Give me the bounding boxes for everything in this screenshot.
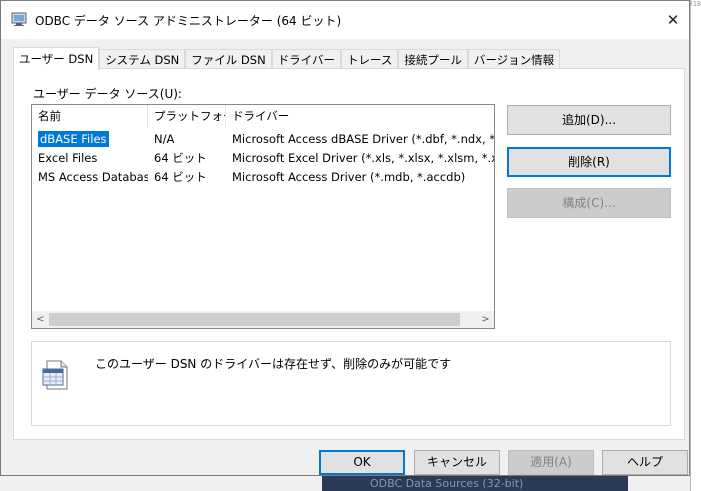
background-taskbar-label: ODBC Data Sources (32-bit) bbox=[370, 477, 524, 490]
tab-about[interactable]: バージョン情報 bbox=[467, 49, 561, 70]
list-item[interactable]: MS Access Database 64 ビット Microsoft Acce… bbox=[32, 168, 494, 187]
list-item[interactable]: Excel Files 64 ビット Microsoft Excel Drive… bbox=[32, 149, 494, 168]
cancel-button[interactable]: キャンセル bbox=[414, 450, 500, 475]
close-button[interactable]: ✕ bbox=[661, 9, 685, 31]
tab-tracing[interactable]: トレース bbox=[340, 49, 399, 70]
chevron-right-icon: > bbox=[481, 314, 490, 325]
odbc-admin-icon bbox=[11, 11, 27, 27]
close-icon: ✕ bbox=[666, 11, 680, 29]
dsn-driver: Microsoft Access Driver (*.mdb, *.accdb) bbox=[232, 170, 466, 184]
background-window-edge bbox=[690, 0, 701, 491]
dsn-name-text: dBASE Files bbox=[38, 131, 109, 147]
chevron-left-icon: < bbox=[36, 314, 45, 325]
column-header-platform[interactable]: プラットフォーム bbox=[148, 105, 226, 127]
scroll-right-button[interactable]: > bbox=[477, 311, 494, 328]
window-title: ODBC データ ソース アドミニストレーター (64 ビット) bbox=[35, 14, 342, 28]
column-header-driver[interactable]: ドライバー bbox=[226, 105, 494, 127]
title-bar[interactable]: ODBC データ ソース アドミニストレーター (64 ビット) ✕ bbox=[1, 1, 689, 39]
info-message: このユーザー DSN のドライバーは存在せず、削除のみが可能です bbox=[95, 357, 452, 371]
info-box bbox=[31, 341, 671, 426]
dsn-driver: Microsoft Excel Driver (*.xls, *.xlsx, *… bbox=[232, 151, 494, 165]
dsn-name: dBASE Files bbox=[32, 130, 148, 149]
dsn-name: Excel Files bbox=[38, 151, 98, 165]
tab-drivers[interactable]: ドライバー bbox=[271, 49, 341, 70]
list-item[interactable]: dBASE Files N/A Microsoft Access dBASE D… bbox=[32, 130, 494, 149]
dsn-driver: Microsoft Access dBASE Driver (*.dbf, *.… bbox=[232, 132, 494, 146]
configure-button[interactable]: 構成(C)... bbox=[507, 188, 671, 218]
apply-button[interactable]: 適用(A) bbox=[508, 450, 594, 475]
add-button[interactable]: 追加(D)... bbox=[507, 105, 671, 135]
tab-connection-pooling[interactable]: 接続プール bbox=[398, 49, 468, 70]
dsn-platform: 64 ビット bbox=[154, 151, 207, 165]
tab-file-dsn[interactable]: ファイル DSN bbox=[185, 49, 272, 70]
odbc-admin-window: ODBC データ ソース アドミニストレーター (64 ビット) ✕ ユーザー … bbox=[0, 0, 690, 476]
column-header-name[interactable]: 名前 bbox=[32, 105, 148, 127]
help-button[interactable]: ヘルプ bbox=[602, 450, 688, 475]
horizontal-scrollbar[interactable]: < > bbox=[32, 311, 494, 328]
list-header: 名前 プラットフォーム ドライバー bbox=[32, 105, 494, 127]
dsn-name: MS Access Database bbox=[38, 170, 148, 184]
remove-button[interactable]: 削除(R) bbox=[507, 147, 671, 177]
tab-system-dsn[interactable]: システム DSN bbox=[99, 49, 186, 70]
scroll-left-button[interactable]: < bbox=[32, 311, 49, 328]
tab-strip: ユーザー DSN システム DSN ファイル DSN ドライバー トレース 接続… bbox=[13, 47, 561, 70]
tab-user-dsn[interactable]: ユーザー DSN bbox=[13, 47, 100, 70]
dsn-platform: N/A bbox=[154, 132, 175, 146]
user-data-sources-label: ユーザー データ ソース(U): bbox=[33, 87, 182, 101]
database-document-icon bbox=[41, 359, 73, 391]
scrollbar-thumb[interactable] bbox=[49, 313, 460, 326]
dsn-platform: 64 ビット bbox=[154, 170, 207, 184]
user-dsn-list[interactable]: 名前 プラットフォーム ドライバー dBASE Files N/A Micros… bbox=[31, 104, 495, 329]
ok-button[interactable]: OK bbox=[319, 450, 405, 475]
